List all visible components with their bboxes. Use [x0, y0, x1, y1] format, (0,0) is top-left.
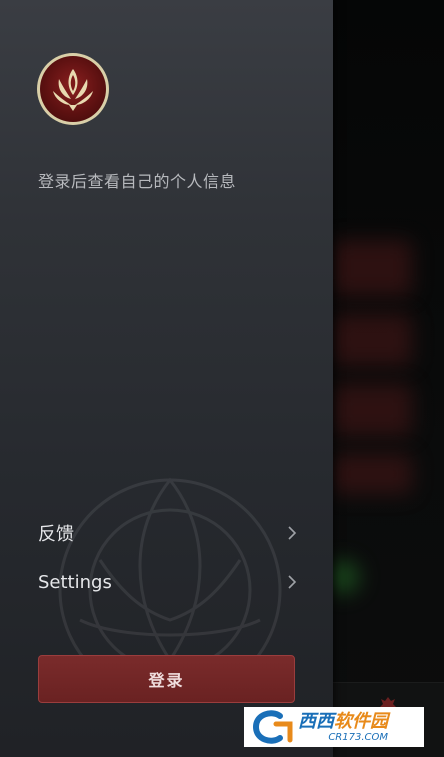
menu-item-label: 反馈 [38, 524, 74, 545]
user-avatar[interactable] [37, 53, 109, 125]
background-card [332, 240, 412, 296]
badge-text: 西西软件园 CR173.COM [298, 710, 388, 743]
avatar-emblem [40, 56, 106, 122]
site-watermark-badge: 西西软件园 CR173.COM [244, 707, 424, 747]
chevron-right-icon [284, 525, 300, 541]
menu-item-settings[interactable]: Settings [38, 566, 300, 598]
emblem-icon [53, 69, 93, 111]
menu-item-feedback[interactable]: 反馈 [38, 517, 300, 549]
badge-brand-accent: 软件园 [334, 710, 388, 732]
background-card [332, 454, 412, 494]
chevron-right-icon [284, 574, 300, 590]
badge-domain: CR173.COM [328, 731, 388, 743]
badge-brand: 西西软件园 [298, 710, 388, 732]
login-button[interactable]: 登录 [38, 655, 295, 703]
background-card [332, 314, 412, 366]
navigation-drawer: 登录后查看自己的个人信息 反馈 Settings 登录 [0, 0, 333, 757]
background-card [332, 384, 412, 436]
login-hint-text: 登录后查看自己的个人信息 [38, 172, 237, 191]
app-screen: 登录后查看自己的个人信息 反馈 Settings 登录 西西软件园 CR173.… [0, 0, 444, 757]
menu-item-label: Settings [38, 571, 112, 593]
badge-brand-main: 西西 [298, 710, 334, 732]
cr-logo-icon [252, 710, 293, 744]
